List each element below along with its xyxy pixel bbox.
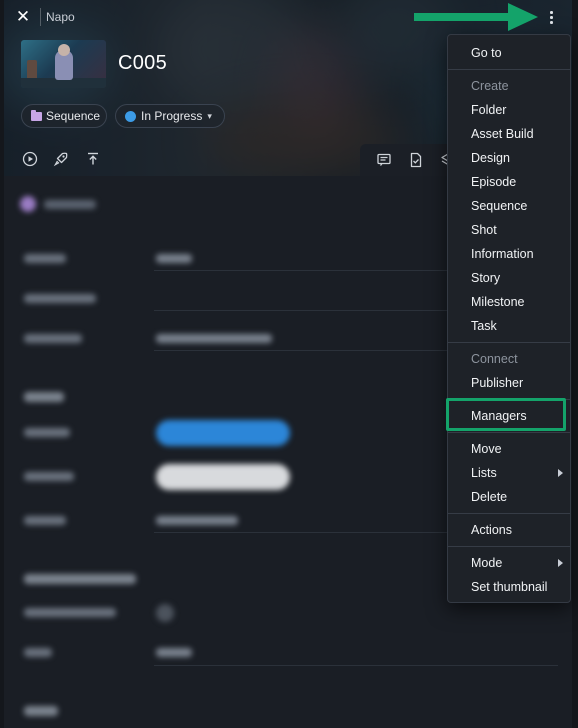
play-icon[interactable] [22,151,38,167]
menu-divider [448,69,570,70]
menu-item-actions[interactable]: Actions [471,523,512,537]
menu-item-mode[interactable]: Mode [471,556,502,570]
status-chip-label: In Progress [141,109,203,123]
menu-item-episode[interactable]: Episode [471,175,516,189]
type-chip[interactable]: Sequence [21,104,107,128]
annotation-arrow-icon [414,3,538,31]
menu-item-move[interactable]: Move [471,442,502,456]
menu-section-connect: Connect [471,352,518,366]
submenu-arrow-icon [558,469,563,477]
menu-item-folder[interactable]: Folder [471,103,506,117]
menu-item-asset-build[interactable]: Asset Build [471,127,534,141]
menu-item-set-thumbnail[interactable]: Set thumbnail [471,580,547,594]
app-title: Napo [46,10,75,24]
menu-item-delete[interactable]: Delete [471,490,507,504]
menu-item-information[interactable]: Information [471,247,534,261]
type-chip-label: Sequence [46,109,101,123]
menu-item-go-to[interactable]: Go to [471,46,502,60]
menu-item-shot[interactable]: Shot [471,223,497,237]
comment-icon[interactable] [376,152,392,168]
upload-icon[interactable] [85,151,101,167]
close-icon[interactable]: ✕ [14,8,32,26]
submenu-arrow-icon [558,559,563,567]
menu-item-lists[interactable]: Lists [471,466,497,480]
menu-divider [448,432,570,433]
menu-item-story[interactable]: Story [471,271,500,285]
menu-section-create: Create [471,79,509,93]
status-dropdown[interactable]: In Progress ▾ [115,104,225,128]
menu-item-publisher[interactable]: Publisher [471,376,523,390]
entity-thumbnail[interactable] [21,40,106,88]
menu-divider [448,513,570,514]
menu-divider [448,342,570,343]
entity-name: C005 [118,52,168,74]
document-check-icon[interactable] [408,152,424,168]
menu-item-design[interactable]: Design [471,151,510,165]
chevron-down-icon: ▾ [207,110,212,121]
kebab-menu-icon[interactable] [544,8,558,26]
menu-item-task[interactable]: Task [471,319,497,333]
divider [40,8,41,26]
menu-divider [448,546,570,547]
folder-icon [31,109,42,121]
status-dot-icon [125,110,136,122]
context-menu: Go to Create Folder Asset Build Design E… [447,34,571,603]
menu-item-sequence[interactable]: Sequence [471,199,527,213]
menu-item-milestone[interactable]: Milestone [471,295,525,309]
rocket-icon[interactable] [53,151,69,167]
managers-highlight-box [446,398,566,431]
